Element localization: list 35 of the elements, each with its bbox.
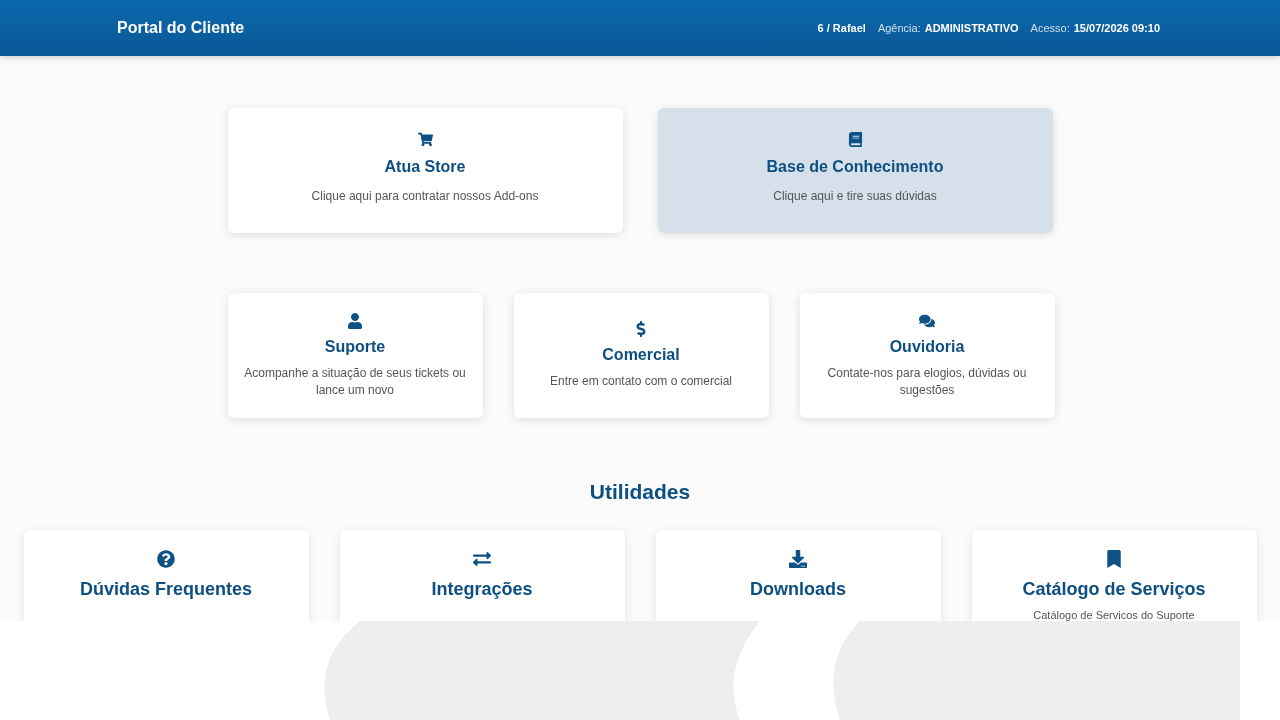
speech-bubbles-icon [919, 312, 935, 329]
card-description: Clique aqui e tire suas dúvidas [773, 188, 937, 205]
user-name: 6 / Rafael [817, 20, 866, 36]
card-title: Dúvidas Frequentes [79, 577, 252, 601]
card-title: Ouvidoria [889, 336, 965, 357]
card-title: Integrações [431, 577, 533, 601]
card-description: Contate-nos para elogios, dúvidas ou sugestões [826, 364, 1028, 399]
section-heading: Utilidades [589, 479, 691, 505]
access-label: Acesso: [1030, 20, 1070, 36]
card-title: Suporte [324, 336, 386, 357]
user-icon [347, 312, 363, 329]
question-icon [157, 549, 175, 568]
service-card[interactable]: Comercial Entre em contato com o comercial [513, 293, 769, 418]
store-card[interactable]: Atua Store Clique aqui para contratar nossos Add-ons [227, 108, 623, 233]
portal-title: Portal do Cliente [117, 18, 245, 38]
agency-label: Agência: [877, 20, 921, 36]
access-value: 15/07/2026 09:10 [1073, 20, 1160, 36]
service-card[interactable]: Suporte Acompanhe a situação de seus tickets ou lance um novo [227, 293, 483, 418]
card-title: Comercial [602, 345, 680, 365]
card-title: Downloads [750, 577, 846, 601]
card-title: Catálogo de Serviços [1022, 577, 1206, 601]
service-card[interactable]: Ouvidoria Contate-nos para elogios, dúvidas ou sugestões [799, 293, 1055, 418]
cart-icon [417, 132, 433, 147]
download-icon [789, 549, 807, 568]
bookmark-icon [1105, 549, 1123, 568]
card-description: Clique aqui para contratar nossos Add-ons [311, 188, 539, 205]
card-description: Catálogo de Servicos do Suporte [1033, 607, 1195, 623]
book-icon [847, 132, 863, 147]
card-description: Entre em contato com o comercial [549, 373, 733, 390]
card-title: Base de Conhecimento [766, 157, 944, 177]
card-title: Atua Store [384, 157, 466, 177]
store-card[interactable]: Base de Conhecimento Clique aqui e tire suas dúvidas [657, 108, 1053, 233]
card-description: Acompanhe a situação de seus tickets ou lance um novo [243, 364, 467, 399]
arrows-icon [473, 549, 491, 568]
agency-value: ADMINISTRATIVO [924, 20, 1019, 36]
